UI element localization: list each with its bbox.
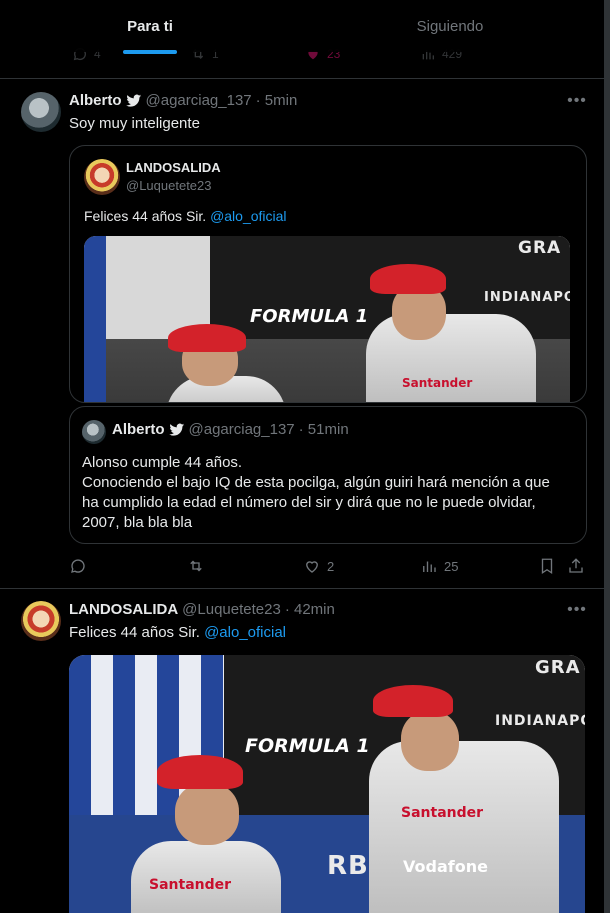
- reply-icon: [71, 559, 85, 573]
- quoted-tweet-card[interactable]: LANDOSALIDA @Luquetete23 Felices 44 años…: [69, 145, 587, 403]
- driver-face: [401, 711, 459, 771]
- sponsor-text: Santander: [149, 877, 232, 893]
- timeline-tabs: Para ti Siguiendo: [0, 0, 604, 54]
- tweet-header: LANDOSALIDA @Luquetete23 · 42min: [69, 601, 335, 618]
- views-count: 25: [444, 558, 459, 574]
- retweet-button[interactable]: [187, 557, 211, 575]
- active-tab-indicator: [123, 50, 177, 54]
- mention-link[interactable]: @alo_oficial: [204, 624, 286, 641]
- avatar[interactable]: [21, 601, 61, 641]
- sign-text: INDIANAPOLI: [495, 713, 585, 729]
- views-button[interactable]: 25: [420, 557, 458, 575]
- bird-icon: [125, 94, 141, 107]
- views-icon: [423, 561, 436, 572]
- avatar[interactable]: [21, 92, 61, 132]
- avatar: [84, 159, 120, 195]
- f1-logo-text: FORMULA 1: [245, 735, 370, 757]
- tweet-header: Alberto @agarciag_137 · 5min: [69, 92, 297, 109]
- share-icon: [569, 558, 583, 573]
- nested-quote-card[interactable]: Alberto @agarciag_137 · 51min Alonso cum…: [69, 406, 587, 544]
- tweet-time[interactable]: · 42min: [285, 601, 335, 618]
- driver-cap: [370, 264, 446, 294]
- nested-text-body: Conociendo el bajo IQ de esta pocilga, a…: [82, 474, 550, 531]
- window-scrollbar-track: [604, 0, 610, 913]
- reply-button[interactable]: [69, 557, 93, 575]
- driver-cap: [168, 324, 246, 352]
- tweet-text: Felices 44 años Sir. @alo_oficial: [69, 623, 286, 643]
- more-options-icon[interactable]: •••: [567, 92, 586, 110]
- tweet-text: Soy muy inteligente: [69, 115, 200, 132]
- nested-author-name: Alberto: [112, 421, 165, 438]
- nested-tweet-time: · 51min: [298, 421, 349, 438]
- sign-text: GRA: [535, 657, 581, 678]
- tab-label: Siguiendo: [416, 17, 484, 35]
- more-options-icon[interactable]: •••: [567, 601, 586, 619]
- heart-icon: [306, 561, 318, 573]
- tab-siguiendo[interactable]: Siguiendo: [300, 0, 600, 52]
- avatar: [82, 420, 106, 444]
- divider: [0, 588, 604, 589]
- driver-face: [175, 783, 239, 845]
- bookmark-icon: [541, 558, 553, 575]
- tweet-actions: 2 25: [69, 557, 599, 577]
- driver-cap: [373, 685, 453, 717]
- like-button[interactable]: 2: [303, 557, 334, 575]
- tweet-time[interactable]: · 5min: [256, 92, 298, 109]
- tweet-photo[interactable]: FORMULA 1 GRA INDIANAPOLI RB Santander S…: [69, 655, 585, 913]
- f1-logo-text: FORMULA 1: [250, 306, 369, 327]
- tab-para-ti[interactable]: Para ti: [0, 0, 300, 52]
- quoted-author-name: LANDOSALIDA: [126, 160, 221, 175]
- bookmark-button[interactable]: [538, 557, 556, 575]
- sponsor-text: Vodafone: [403, 857, 488, 876]
- divider: [0, 78, 604, 79]
- retweet-icon: [190, 560, 202, 572]
- tweet-text-body: Felices 44 años Sir.: [69, 624, 205, 641]
- bird-icon: [168, 423, 184, 436]
- quoted-author-handle: @Luquetete23: [126, 178, 212, 193]
- nested-text-line: Alonso cumple 44 años.: [82, 454, 243, 471]
- quoted-photo[interactable]: FORMULA 1 GRA INDIANAPO Santander: [84, 236, 570, 402]
- like-count: 2: [327, 558, 335, 574]
- sign-text: INDIANAPO: [484, 290, 570, 305]
- quoted-text-body: Felices 44 años Sir.: [84, 208, 211, 224]
- author-name[interactable]: LANDOSALIDA: [69, 601, 178, 618]
- author-handle[interactable]: @agarciag_137: [146, 92, 252, 109]
- sign-text: GRA: [518, 238, 562, 258]
- driver-cap: [157, 755, 243, 789]
- mention-link[interactable]: @alo_oficial: [210, 208, 286, 224]
- author-handle[interactable]: @Luquetete23: [182, 601, 281, 618]
- nested-quote-header: Alberto @agarciag_137 · 51min: [112, 421, 349, 438]
- photo-flag: [84, 236, 106, 402]
- tab-label: Para ti: [127, 17, 173, 35]
- nested-author-handle: @agarciag_137: [188, 421, 295, 438]
- author-name[interactable]: Alberto: [69, 92, 122, 109]
- rb-logo-text: RB: [327, 851, 369, 881]
- sponsor-text: Santander: [401, 805, 484, 821]
- driver-suit: [369, 741, 559, 913]
- share-button[interactable]: [567, 557, 585, 575]
- nested-quote-text: Alonso cumple 44 años. Conociendo el baj…: [82, 453, 562, 533]
- sponsor-text: Santander: [402, 376, 473, 390]
- quoted-text: Felices 44 años Sir. @alo_oficial: [84, 206, 287, 226]
